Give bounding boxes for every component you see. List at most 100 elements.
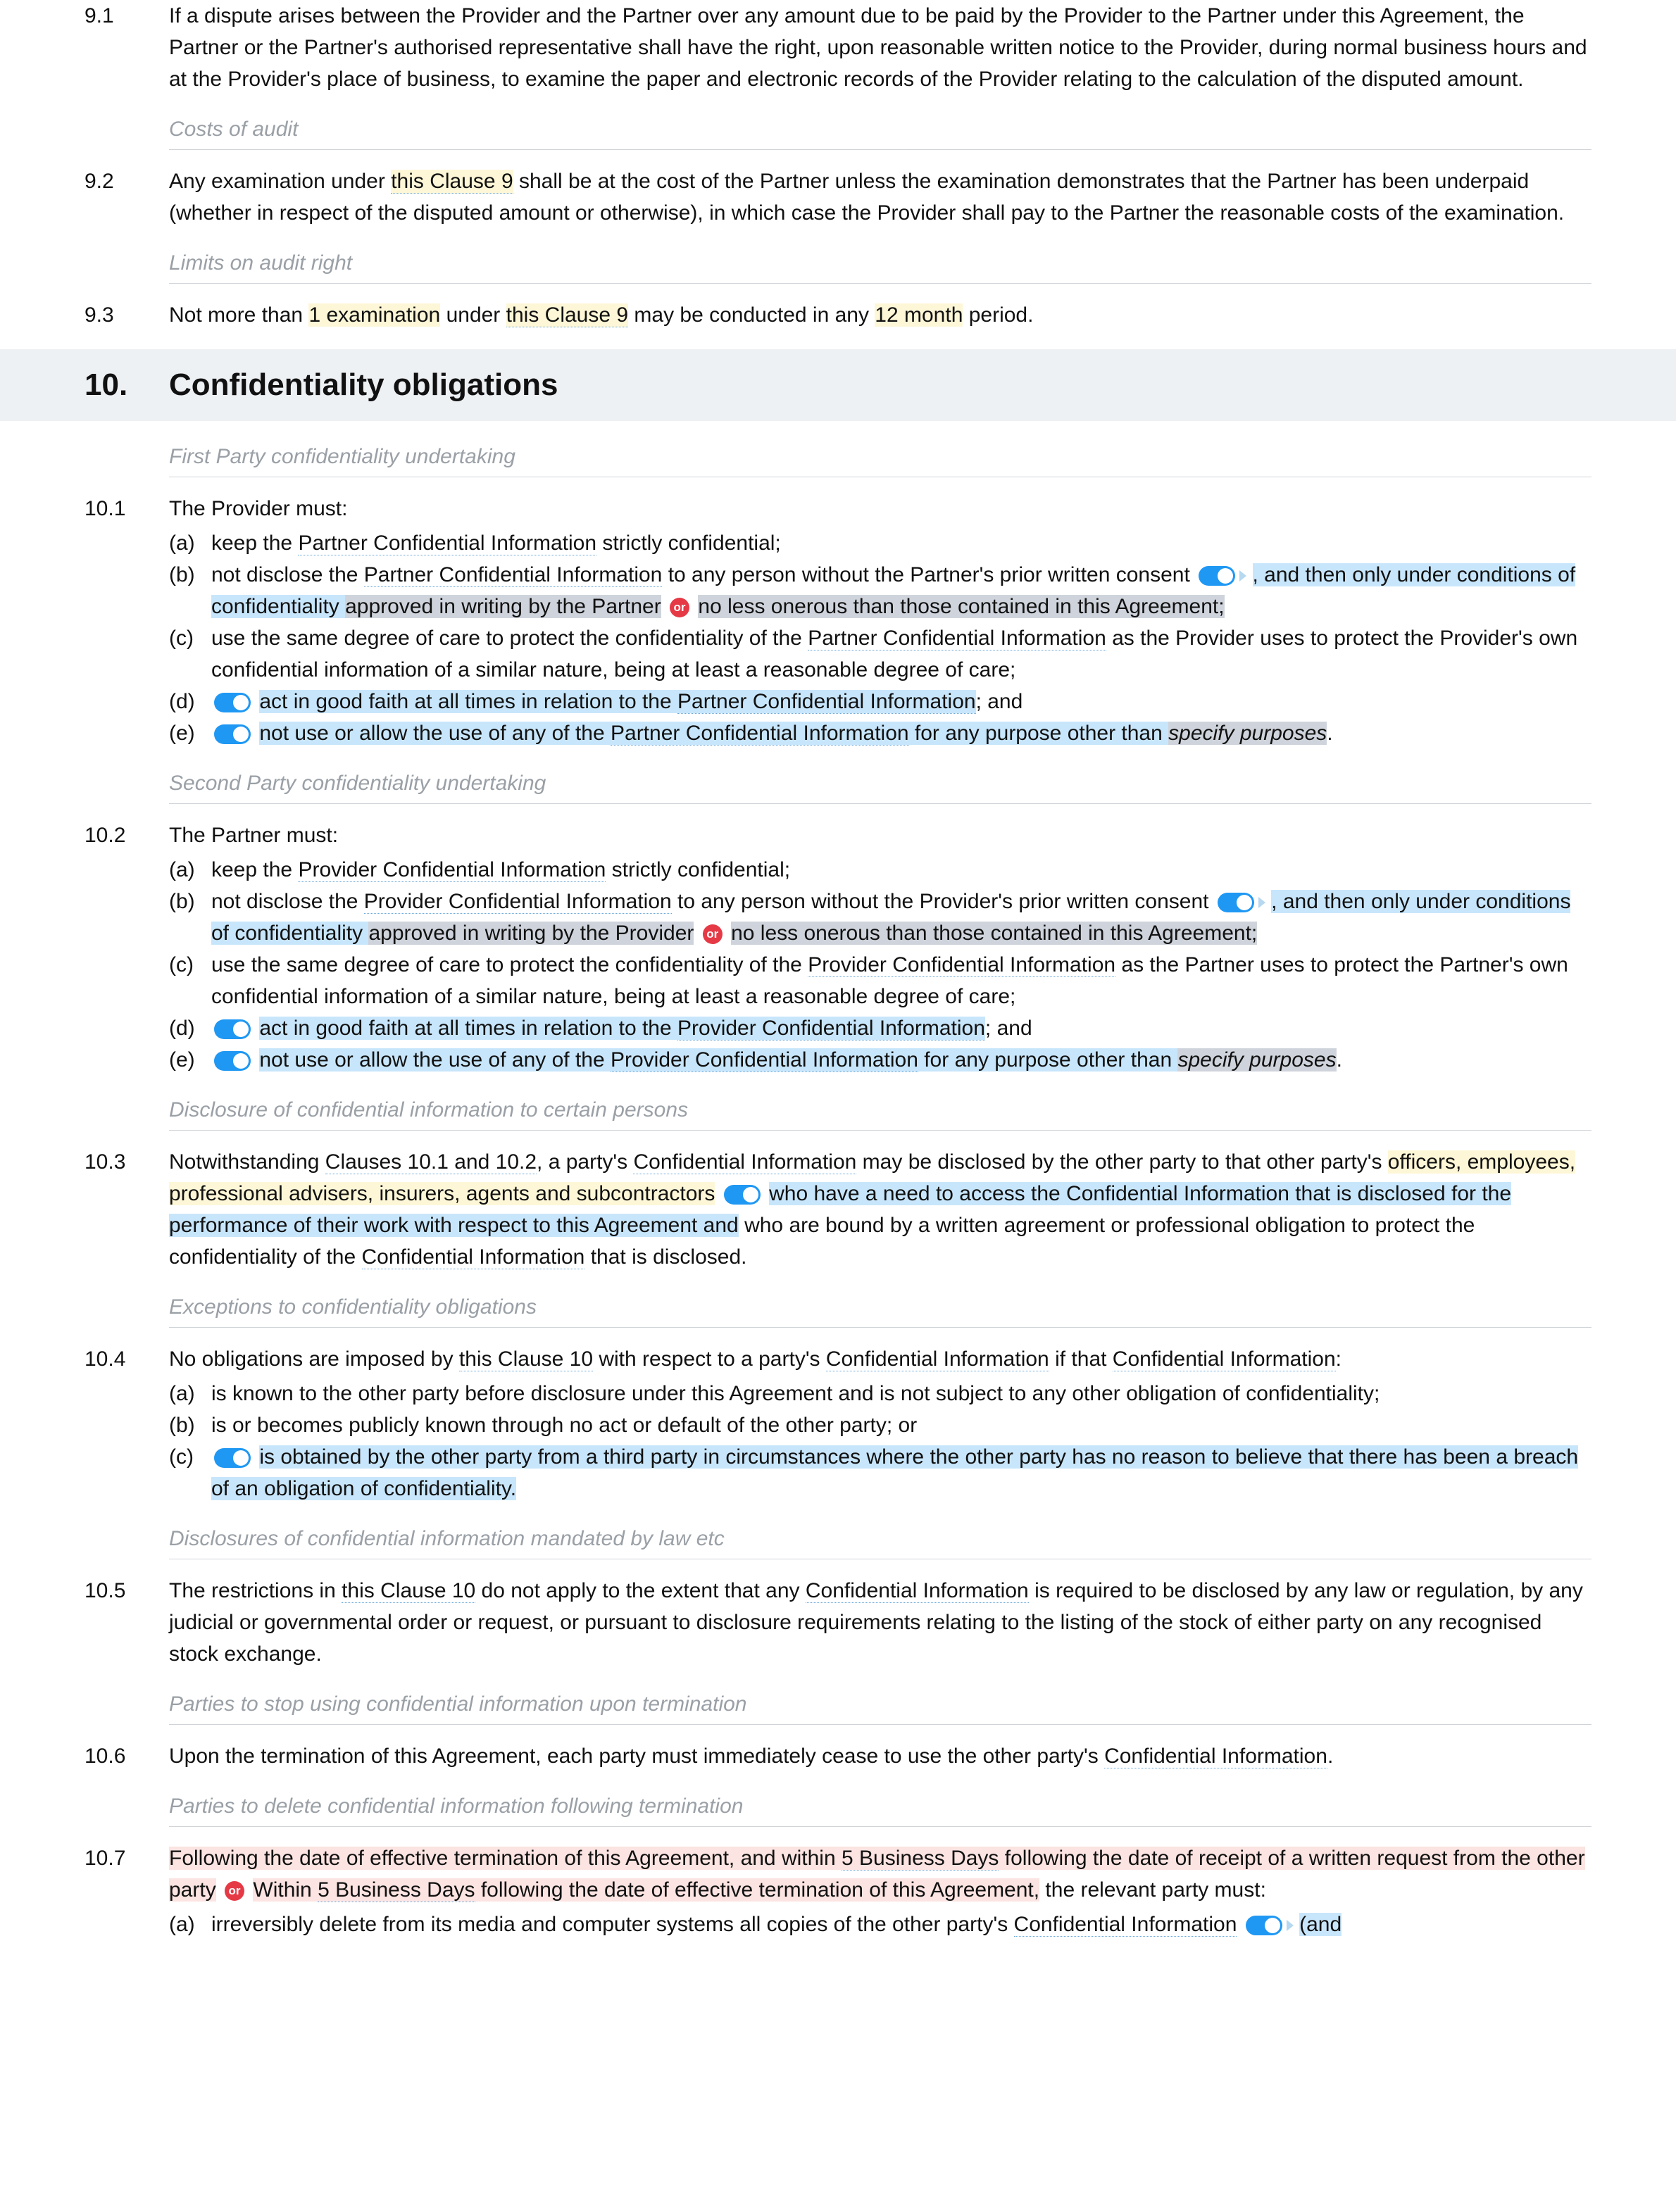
subtitle-row: Disclosure of confidential information t… bbox=[85, 1081, 1591, 1140]
clause-number: 10.7 bbox=[85, 1842, 169, 1940]
clause-body: Not more than 1 examination under this C… bbox=[169, 299, 1591, 331]
placeholder-field[interactable]: specify purposes bbox=[1177, 1048, 1336, 1072]
defined-term-link[interactable]: Provider Confidential Information bbox=[364, 890, 672, 914]
editable-field[interactable]: 12 month bbox=[875, 303, 963, 327]
optional-text[interactable]: (and bbox=[1299, 1913, 1342, 1936]
clause-10-2: 10.2 The Partner must: (a) keep the Prov… bbox=[85, 819, 1591, 1076]
optional-text[interactable]: not use or allow the use of any of the P… bbox=[259, 722, 1168, 745]
clause-number: 9.1 bbox=[85, 0, 169, 95]
cross-ref-link[interactable]: this Clause 10 bbox=[342, 1579, 475, 1603]
optional-text[interactable]: is obtained by the other party from a th… bbox=[211, 1445, 1578, 1500]
optional-text[interactable]: not use or allow the use of any of the P… bbox=[259, 1048, 1177, 1072]
defined-term-link[interactable]: Confidential Information bbox=[806, 1579, 1029, 1603]
toggle-switch[interactable] bbox=[1199, 566, 1235, 586]
defined-term-link[interactable]: Partner Confidential Information bbox=[611, 722, 909, 746]
toggle-switch[interactable] bbox=[214, 724, 251, 744]
clause-number: 9.2 bbox=[85, 165, 169, 229]
or-badge[interactable]: or bbox=[670, 598, 689, 617]
toggle-switch[interactable] bbox=[214, 1051, 251, 1071]
toggle-switch[interactable] bbox=[214, 1448, 251, 1468]
defined-term-link[interactable]: Confidential Information bbox=[362, 1245, 585, 1269]
alt-option[interactable]: approved in writing by the Partner bbox=[345, 595, 661, 618]
optional-text[interactable]: act in good faith at all times in relati… bbox=[259, 1017, 985, 1040]
defined-term-link[interactable]: 5 Business Days bbox=[318, 1878, 475, 1902]
alt-option[interactable]: approved in writing by the Provider bbox=[368, 922, 694, 945]
sub-c: (c) use the same degree of care to prote… bbox=[169, 622, 1591, 686]
alt-option[interactable]: no less onerous than those contained in … bbox=[731, 922, 1257, 945]
clause-number: 9.3 bbox=[85, 299, 169, 331]
defined-term-link[interactable]: Provider Confidential Information bbox=[808, 953, 1115, 977]
defined-term-link[interactable]: Partner Confidential Information bbox=[364, 563, 663, 587]
subtitle-row: First Party confidentiality undertaking bbox=[85, 428, 1591, 487]
cross-ref-link[interactable]: this Clause 10 bbox=[459, 1347, 593, 1371]
section-title: Confidentiality obligations bbox=[169, 362, 558, 408]
subtitle-delete: Parties to delete confidential informati… bbox=[169, 1790, 1591, 1827]
clause-number: 10.2 bbox=[85, 819, 169, 1076]
clause-body: If a dispute arises between the Provider… bbox=[169, 0, 1591, 95]
subtitle-row: Costs of audit bbox=[85, 101, 1591, 160]
subtitle-row: Exceptions to confidentiality obligation… bbox=[85, 1278, 1591, 1338]
clause-number: 10.1 bbox=[85, 493, 169, 749]
clause-body: Notwithstanding Clauses 10.1 and 10.2, a… bbox=[169, 1146, 1591, 1273]
cross-ref-link[interactable]: this Clause 9 bbox=[506, 303, 628, 327]
clause-10-4: 10.4 No obligations are imposed by this … bbox=[85, 1343, 1591, 1504]
arrow-icon bbox=[1258, 897, 1265, 908]
optional-text[interactable]: act in good faith at all times in relati… bbox=[259, 690, 975, 713]
or-badge[interactable]: or bbox=[703, 924, 723, 944]
placeholder-field[interactable]: specify purposes bbox=[1168, 722, 1327, 745]
clause-body: The Provider must: (a) keep the Partner … bbox=[169, 493, 1591, 749]
defined-term-link[interactable]: Provider Confidential Information bbox=[611, 1048, 918, 1072]
cross-ref-link[interactable]: this Clause 9 bbox=[391, 170, 513, 194]
defined-term-link[interactable]: Partner Confidential Information bbox=[808, 627, 1106, 651]
sub-c: (c) use the same degree of care to prote… bbox=[169, 949, 1591, 1012]
clause-10-1: 10.1 The Provider must: (a) keep the Par… bbox=[85, 493, 1591, 749]
subtitle-exceptions: Exceptions to confidentiality obligation… bbox=[169, 1291, 1591, 1328]
section-10-header: 10. Confidentiality obligations bbox=[0, 349, 1676, 421]
lead-text: The Partner must: bbox=[169, 819, 1591, 851]
defined-term-link[interactable]: Confidential Information bbox=[826, 1347, 1049, 1371]
alt-option[interactable]: no less onerous than those contained in … bbox=[698, 595, 1224, 618]
subtitle-first-party: First Party confidentiality undertaking bbox=[169, 441, 1591, 477]
editable-field[interactable]: 1 examination bbox=[308, 303, 440, 327]
or-badge[interactable]: or bbox=[225, 1881, 244, 1901]
sub-d: (d) act in good faith at all times in re… bbox=[169, 686, 1591, 717]
defined-term-link[interactable]: 5 Business Days bbox=[842, 1847, 999, 1871]
toggle-switch[interactable] bbox=[1246, 1916, 1282, 1935]
clause-10-3: 10.3 Notwithstanding Clauses 10.1 and 10… bbox=[85, 1146, 1591, 1273]
subtitle-costs: Costs of audit bbox=[169, 113, 1591, 150]
sub-b: (b) not disclose the Partner Confidentia… bbox=[169, 559, 1591, 622]
sub-b: (b) not disclose the Provider Confidenti… bbox=[169, 886, 1591, 949]
clause-number: 10.6 bbox=[85, 1740, 169, 1772]
lead-text: The Provider must: bbox=[169, 493, 1591, 524]
subtitle-stop: Parties to stop using confidential infor… bbox=[169, 1688, 1591, 1725]
defined-term-link[interactable]: Confidential Information bbox=[1104, 1745, 1327, 1768]
defined-term-link[interactable]: Confidential Information bbox=[1113, 1347, 1336, 1371]
alt-option-b[interactable]: Within 5 Business Days following the dat… bbox=[253, 1878, 1039, 1902]
toggle-switch[interactable] bbox=[724, 1185, 761, 1205]
clause-number: 10.5 bbox=[85, 1575, 169, 1670]
subtitle-limits: Limits on audit right bbox=[169, 247, 1591, 284]
clause-body: The Partner must: (a) keep the Provider … bbox=[169, 819, 1591, 1076]
defined-term-link[interactable]: Provider Confidential Information bbox=[677, 1017, 985, 1041]
toggle-switch[interactable] bbox=[214, 693, 251, 712]
cross-ref-link[interactable]: Clauses 10.1 and 10.2 bbox=[325, 1150, 537, 1174]
clause-9-2: 9.2 Any examination under this Clause 9 … bbox=[85, 165, 1591, 229]
defined-term-link[interactable]: Partner Confidential Information bbox=[677, 690, 976, 714]
toggle-switch[interactable] bbox=[214, 1019, 251, 1039]
sub-b: (b) is or becomes publicly known through… bbox=[169, 1409, 1591, 1441]
clause-body: Upon the termination of this Agreement, … bbox=[169, 1740, 1591, 1772]
sub-c: (c) is obtained by the other party from … bbox=[169, 1441, 1591, 1504]
clause-9-1: 9.1 If a dispute arises between the Prov… bbox=[85, 0, 1591, 95]
arrow-icon bbox=[1239, 570, 1246, 582]
defined-term-link[interactable]: Confidential Information bbox=[1014, 1913, 1237, 1937]
toggle-switch[interactable] bbox=[1218, 893, 1254, 912]
subtitle-row: Second Party confidentiality undertaking bbox=[85, 755, 1591, 814]
defined-term-link[interactable]: Confidential Information bbox=[633, 1150, 856, 1174]
subtitle-row: Disclosures of confidential information … bbox=[85, 1510, 1591, 1569]
sub-a: (a) keep the Partner Confidential Inform… bbox=[169, 527, 1591, 559]
defined-term-link[interactable]: Partner Confidential Information bbox=[298, 532, 596, 555]
sub-e: (e) not use or allow the use of any of t… bbox=[169, 717, 1591, 749]
section-number: 10. bbox=[85, 362, 169, 408]
defined-term-link[interactable]: Provider Confidential Information bbox=[298, 858, 606, 882]
clause-10-5: 10.5 The restrictions in this Clause 10 … bbox=[85, 1575, 1591, 1670]
